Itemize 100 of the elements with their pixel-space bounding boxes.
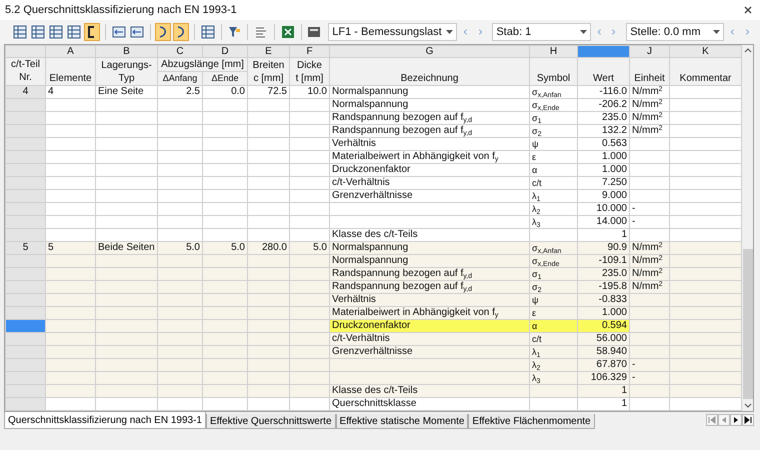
- table-cell: 7.250: [578, 176, 630, 190]
- caret-icon: [446, 30, 453, 34]
- column-letter[interactable]: [578, 46, 630, 58]
- table-cell: σ$_{2}$: [530, 124, 578, 138]
- table-cell: Randspannung bezogen auf f$_{y,d}$: [330, 268, 530, 280]
- column-letter[interactable]: A: [46, 46, 96, 58]
- table-cell: Randspannung bezogen auf f$_{y,d}$: [330, 124, 530, 138]
- row-header[interactable]: [6, 332, 46, 346]
- column-letter[interactable]: J: [630, 46, 670, 58]
- sheet-tab[interactable]: Effektive Querschnittswerte: [206, 414, 336, 429]
- row-header[interactable]: [6, 176, 46, 190]
- header-label: ΔEnde: [210, 72, 240, 84]
- column-letter[interactable]: F: [290, 46, 330, 58]
- row-header[interactable]: [6, 358, 46, 372]
- sheet-tab[interactable]: Effektive Flächenmomente: [468, 414, 595, 429]
- grid-icon: [13, 25, 27, 39]
- spreadsheet-button[interactable]: [280, 23, 296, 41]
- table-cell: λ$_{2}$: [530, 202, 578, 216]
- next-page-button[interactable]: [730, 414, 742, 426]
- dropdown[interactable]: Stab: 1: [492, 23, 591, 41]
- scroll-down-icon[interactable]: [744, 403, 752, 408]
- row-header[interactable]: [6, 150, 46, 164]
- first-page-button[interactable]: [706, 414, 718, 426]
- previous-icon[interactable]: [462, 27, 468, 37]
- next-icon[interactable]: [611, 27, 616, 37]
- row-header[interactable]: [6, 228, 46, 242]
- dropdown[interactable]: Stelle: 0.0 mm: [626, 23, 724, 41]
- table-cell: [530, 384, 578, 398]
- table-cell: ε: [530, 306, 578, 320]
- grid-icon: [67, 25, 81, 39]
- table-cell: Klasse des c/t-Teils: [330, 384, 530, 398]
- table-cell: σ$_{1}$: [530, 112, 578, 124]
- row-header[interactable]: [6, 112, 46, 124]
- toolbar-button[interactable]: [200, 23, 216, 41]
- table-cell: -195.8: [578, 280, 630, 294]
- table-cell: λ$_{1}$: [530, 190, 578, 202]
- header-label: Einheit: [633, 72, 666, 84]
- row-header[interactable]: [6, 372, 46, 384]
- previous-icon[interactable]: [596, 27, 602, 37]
- next-icon[interactable]: [478, 27, 482, 37]
- row-header[interactable]: [6, 164, 46, 176]
- sheet-tab[interactable]: Effektive statische Momente: [336, 414, 468, 429]
- scrollbar[interactable]: [742, 45, 753, 411]
- previous-icon[interactable]: [730, 27, 736, 37]
- column-letter[interactable]: K: [670, 46, 742, 58]
- toolbar-button[interactable]: [84, 23, 100, 41]
- grid-icon: [49, 25, 63, 39]
- row-header[interactable]: [6, 280, 46, 294]
- row-header[interactable]: [6, 384, 46, 398]
- row-header[interactable]: [6, 320, 46, 332]
- row-header[interactable]: [6, 398, 46, 410]
- table-cell: -0.833: [578, 294, 630, 306]
- row-header[interactable]: [6, 294, 46, 306]
- row-header[interactable]: [6, 202, 46, 216]
- table-cell: 235.0: [578, 112, 630, 124]
- column-letter[interactable]: C: [158, 46, 202, 58]
- table-cell: -: [630, 216, 670, 228]
- toolbar-button[interactable]: [12, 23, 28, 41]
- sheet-tab[interactable]: Querschnittsklassifizierung nach EN 1993-1: [4, 412, 206, 429]
- row-header[interactable]: [6, 254, 46, 268]
- toolbar-button[interactable]: [173, 23, 190, 41]
- table-cell: ε: [530, 150, 578, 164]
- toolbar-button[interactable]: [66, 23, 82, 41]
- row-header[interactable]: [6, 138, 46, 150]
- table-cell: 14.000: [578, 216, 630, 228]
- column-letter[interactable]: E: [248, 46, 290, 58]
- row-header[interactable]: [6, 124, 46, 138]
- row-header[interactable]: 4: [6, 86, 46, 98]
- row-header[interactable]: [6, 190, 46, 202]
- table-cell: Druckzonenfaktor: [330, 164, 530, 176]
- table-cell: 67.870: [578, 358, 630, 372]
- column-letter[interactable]: H: [530, 46, 578, 58]
- scroll-up-icon[interactable]: [744, 48, 752, 53]
- column-letter[interactable]: B: [96, 46, 158, 58]
- row-header[interactable]: 5: [6, 242, 46, 254]
- row-header[interactable]: [6, 306, 46, 320]
- table-cell: Materialbeiwert in Abhängigkeit von f$_{y}$: [330, 306, 530, 320]
- table-cell: c/t: [530, 176, 578, 190]
- toolbar-button[interactable]: [155, 23, 172, 41]
- next-icon[interactable]: [745, 27, 750, 37]
- row-header[interactable]: [6, 98, 46, 112]
- last-page-button[interactable]: [742, 414, 754, 426]
- column-letter[interactable]: G: [330, 46, 530, 58]
- row-header[interactable]: [6, 216, 46, 228]
- last-page-icon: [744, 416, 752, 424]
- toolbar-button[interactable]: [48, 23, 64, 41]
- table-cell: ψ: [530, 138, 578, 150]
- close-icon[interactable]: [744, 6, 752, 14]
- dropdown[interactable]: LF1 - Bemessungslast: [328, 23, 457, 41]
- header-label: Symbol: [536, 72, 572, 84]
- table-cell: c/t: [530, 332, 578, 346]
- table-cell: ψ: [530, 294, 578, 306]
- row-header[interactable]: [6, 268, 46, 280]
- toolbar-button[interactable]: [30, 23, 46, 41]
- row-header[interactable]: [6, 346, 46, 358]
- table-cell: 58.940: [578, 346, 630, 358]
- table-cell: [530, 398, 578, 410]
- column-letter[interactable]: D: [202, 46, 248, 58]
- table-cell: c/t-Verhältnis: [330, 332, 530, 346]
- table-cell: σ$_{2}$: [530, 280, 578, 294]
